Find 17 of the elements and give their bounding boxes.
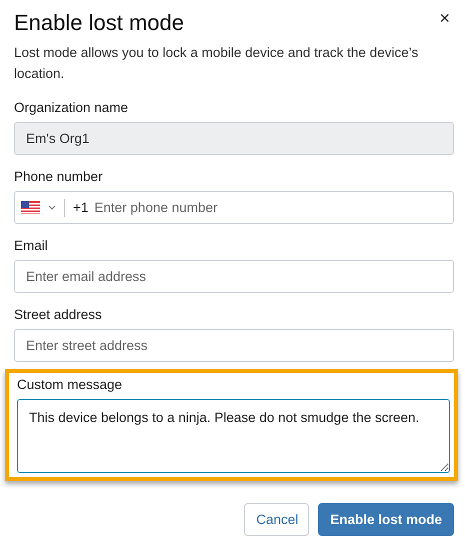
enable-button[interactable]: Enable lost mode — [318, 503, 454, 536]
input-field[interactable]: Enter street address — [14, 329, 454, 362]
field-label: Phone number — [14, 169, 104, 184]
field-label: Street address — [14, 307, 103, 322]
field-label: Custom message — [17, 377, 124, 392]
caret-icon[interactable] — [48, 205, 56, 210]
message-field[interactable]: This device belongs to a ninja. Please do not smudge the screen. — [17, 399, 450, 473]
dialog-title: Enable lost mode — [14, 10, 184, 36]
phone-field[interactable]: +1 Enter phone number — [14, 191, 454, 224]
input-field[interactable]: Enter email address — [14, 260, 454, 293]
field-label: Organization name — [14, 100, 130, 115]
field-label: Email — [14, 238, 49, 253]
country-code: +1 — [73, 200, 88, 215]
flag-icon[interactable] — [21, 201, 40, 214]
close-button[interactable]: × — [435, 8, 454, 29]
cancel-button[interactable]: Cancel — [244, 503, 310, 536]
dialog-description: Lost mode allows you to lock a mobile device and track the device’s location. — [14, 44, 420, 83]
